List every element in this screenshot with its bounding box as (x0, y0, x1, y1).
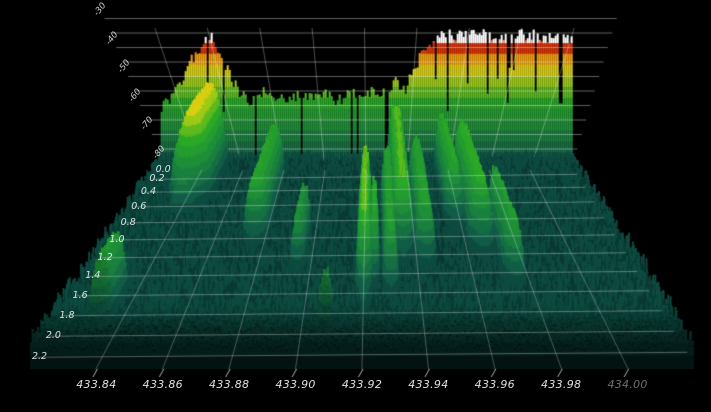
spectrogram-3d-canvas[interactable] (0, 0, 711, 412)
spectrogram-3d-view: 433.84433.86433.88433.90433.92433.94433.… (0, 0, 711, 412)
